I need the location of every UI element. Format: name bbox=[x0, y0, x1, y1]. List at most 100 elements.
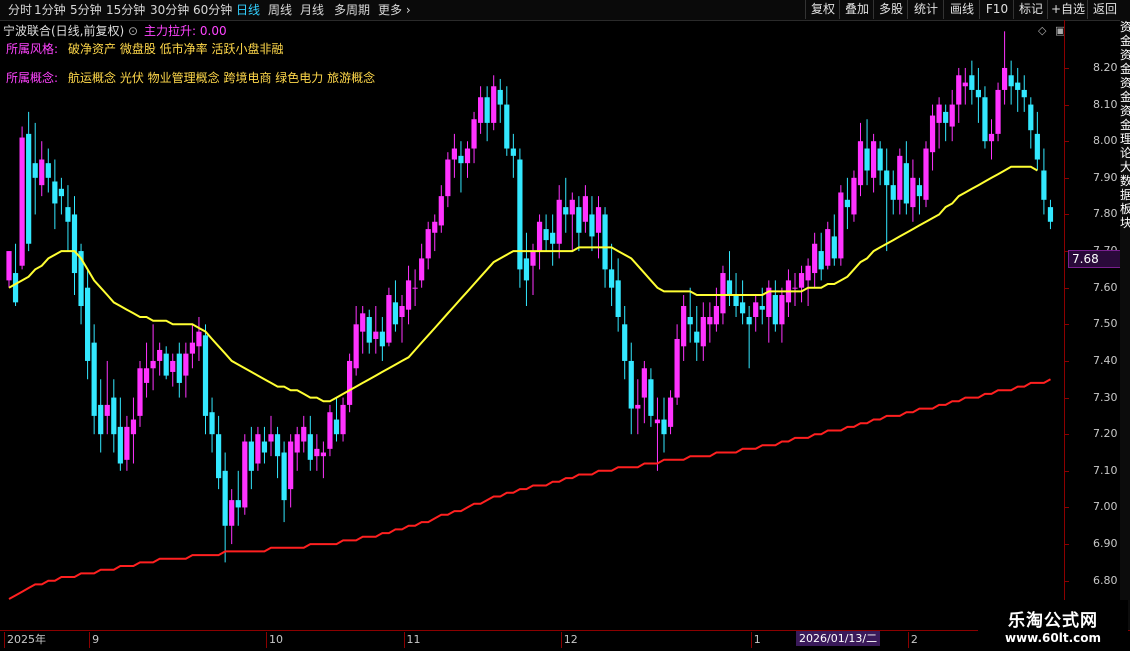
candle-body bbox=[975, 89, 981, 98]
chevron-right-icon: › bbox=[405, 3, 411, 17]
period-tab[interactable]: 周线 bbox=[268, 2, 292, 18]
candle-body bbox=[32, 163, 38, 178]
side-panel-strip[interactable]: 资金资金资金资金理论大数据板块 bbox=[1120, 20, 1130, 630]
candle-body bbox=[340, 404, 346, 435]
candle-body bbox=[740, 302, 746, 314]
candle-body bbox=[379, 331, 385, 347]
candle-body bbox=[1015, 82, 1021, 90]
more-label: 更多 bbox=[378, 3, 403, 17]
candle-body bbox=[1021, 89, 1027, 98]
candle-body bbox=[137, 368, 143, 416]
period-tab[interactable]: 月线 bbox=[300, 2, 324, 18]
more-menu[interactable]: 更多 › bbox=[378, 2, 411, 18]
stock-title: 宁波联合(日线,前复权) ⊙ bbox=[3, 22, 138, 39]
mark-button[interactable]: 标记 bbox=[1013, 0, 1048, 19]
candle-body bbox=[294, 434, 300, 453]
candle-body bbox=[681, 306, 687, 347]
period-tab[interactable]: 15分钟 bbox=[106, 2, 145, 18]
candle-body bbox=[183, 353, 189, 376]
price-tick-mark bbox=[1065, 470, 1069, 472]
price-tick-mark bbox=[1065, 104, 1069, 106]
price-tick-mark bbox=[1065, 177, 1069, 179]
candle-body bbox=[163, 353, 169, 376]
candle-body bbox=[392, 302, 399, 325]
stats-button[interactable]: 统计 bbox=[907, 0, 944, 19]
candle-body bbox=[759, 306, 765, 310]
date-tick-label: 9 bbox=[89, 632, 99, 648]
add-watchlist-button[interactable]: +自选 bbox=[1047, 0, 1088, 19]
candle-body bbox=[1047, 207, 1054, 222]
price-tick-mark bbox=[1065, 544, 1069, 546]
settings-circle-icon[interactable]: ⊙ bbox=[128, 24, 138, 38]
kline-chart[interactable] bbox=[0, 20, 1064, 630]
candle-body bbox=[261, 441, 268, 453]
period-tab-active[interactable]: 日线 bbox=[236, 2, 260, 18]
candle-body bbox=[255, 434, 261, 464]
multi-stock-button[interactable]: 多股 bbox=[873, 0, 908, 19]
candle-body bbox=[563, 207, 569, 215]
period-tab[interactable]: 1分钟 bbox=[34, 2, 66, 18]
candle-body bbox=[523, 258, 530, 281]
candle-body bbox=[26, 133, 32, 244]
period-tab[interactable]: 多周期 bbox=[334, 2, 370, 18]
candle-body bbox=[805, 265, 811, 281]
adjust-button[interactable]: 复权 bbox=[805, 0, 840, 19]
price-tick-mark bbox=[1065, 141, 1069, 143]
candle-body bbox=[274, 434, 281, 457]
candle-body bbox=[65, 207, 71, 222]
period-tab[interactable]: 60分钟 bbox=[193, 2, 232, 18]
price-tick-mark bbox=[1065, 324, 1069, 326]
candle-body bbox=[602, 214, 608, 270]
candle-body bbox=[117, 426, 123, 464]
candle-body bbox=[222, 470, 228, 526]
date-tick-label: 1 bbox=[750, 632, 761, 648]
candle-body bbox=[366, 317, 372, 343]
candle-body bbox=[857, 141, 864, 186]
candle-body bbox=[464, 148, 471, 164]
candle-body bbox=[713, 306, 719, 325]
style-row: 所属风格: 破净资产 微盘股 低市净率 活跃小盘非融 bbox=[6, 40, 284, 57]
candle-body bbox=[746, 317, 752, 325]
candle-body bbox=[242, 441, 248, 508]
back-button[interactable]: 返回 bbox=[1087, 0, 1122, 19]
candle-body bbox=[301, 426, 307, 442]
candle-body bbox=[202, 335, 209, 416]
ma-long-line bbox=[8, 378, 1051, 600]
f10-button[interactable]: F10 bbox=[979, 0, 1014, 19]
candle-body bbox=[85, 287, 91, 361]
candle-body bbox=[248, 441, 254, 471]
candle-body bbox=[916, 185, 923, 197]
candle-body bbox=[825, 229, 831, 266]
concept-row: 所属概念: 航运概念 光伏 物业管理概念 跨境电商 绿色电力 旅游概念 bbox=[6, 69, 375, 86]
period-tab[interactable]: 30分钟 bbox=[150, 2, 189, 18]
candle-body bbox=[209, 412, 215, 435]
candle-body bbox=[432, 221, 438, 233]
candle-body bbox=[635, 404, 641, 409]
candle-body bbox=[71, 214, 78, 274]
candle-body bbox=[405, 280, 412, 310]
candle-body bbox=[39, 159, 45, 186]
diamond-icon[interactable]: ◇ bbox=[1038, 24, 1046, 37]
candle-body bbox=[576, 207, 582, 233]
candle-body bbox=[196, 331, 202, 347]
candle-body bbox=[982, 97, 988, 142]
overlay-button[interactable]: 叠加 bbox=[839, 0, 874, 19]
watermark-logo: 乐淘公式网 www.60lt.com bbox=[978, 600, 1128, 650]
candle-body bbox=[58, 188, 64, 197]
last-price-tag: 7.68 bbox=[1068, 250, 1123, 268]
draw-line-button[interactable]: 画线 bbox=[943, 0, 980, 19]
style-values: 破净资产 微盘股 低市净率 活跃小盘非融 bbox=[68, 42, 284, 56]
candle-body bbox=[890, 185, 896, 200]
candle-body bbox=[995, 89, 1001, 134]
candle-body bbox=[615, 280, 621, 317]
candle-body bbox=[707, 317, 713, 325]
candle-body bbox=[6, 251, 12, 281]
candle-body bbox=[753, 302, 759, 317]
watermark-title: 乐淘公式网 bbox=[1008, 611, 1098, 631]
candle-body bbox=[438, 196, 444, 226]
candle-body bbox=[622, 324, 628, 361]
candle-body bbox=[949, 104, 955, 127]
period-tab[interactable]: 分时 bbox=[8, 2, 32, 18]
period-tab[interactable]: 5分钟 bbox=[70, 2, 102, 18]
candle-body bbox=[988, 133, 995, 142]
